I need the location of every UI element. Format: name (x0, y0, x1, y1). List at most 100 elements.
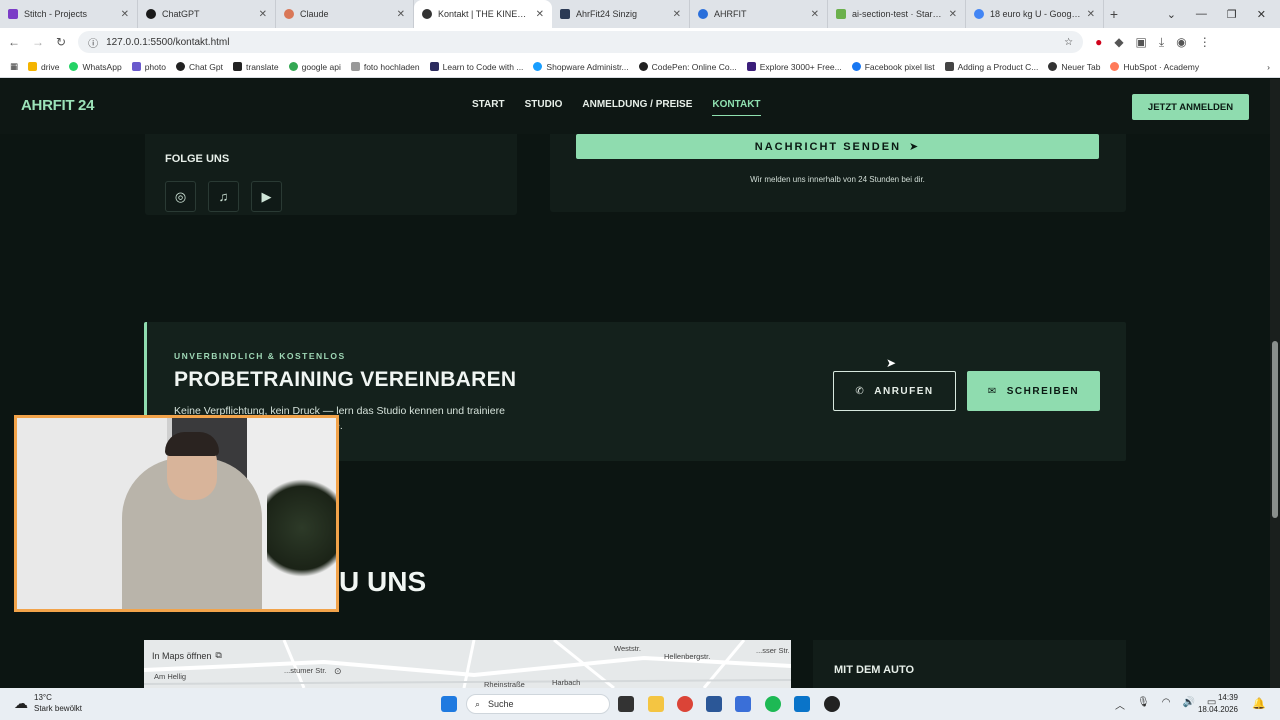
bookmark-drive[interactable]: drive (28, 62, 59, 72)
site-info-icon[interactable]: ⓘ (88, 35, 98, 50)
map-embed[interactable]: In Maps öffnen ⧉ Am Hellig ...stumer Str.… (144, 640, 791, 688)
bookmark-explore[interactable]: Explore 3000+ Free... (746, 62, 842, 72)
minimize-icon[interactable]: — (1196, 8, 1207, 20)
bookmark-new-tab[interactable]: Neuer Tab (1048, 62, 1100, 72)
apps-grid-icon[interactable]: ▦ (10, 61, 18, 72)
tab-ai-section[interactable]: ai-section-test · Startseite ✕ (828, 0, 966, 28)
bookmark-codepen[interactable]: CodePen: Online Co... (638, 62, 737, 72)
cloud-icon: ☁ (14, 694, 28, 711)
nav-contact[interactable]: KONTAKT (712, 99, 761, 116)
close-window-icon[interactable]: ✕ (1257, 8, 1266, 21)
tab-google[interactable]: 18 euro kg U - Google S ✕ (966, 0, 1104, 28)
bookmark-translate[interactable]: translate (233, 62, 279, 72)
photo-icon (131, 62, 141, 71)
instagram-icon[interactable]: ◎ (165, 181, 196, 212)
shopify-favicon-icon (836, 9, 846, 19)
tiktok-icon[interactable]: ♫ (208, 181, 239, 212)
codepen-icon (638, 62, 648, 71)
weather-widget[interactable]: ☁ 13°C Stark bewölkt (14, 692, 82, 714)
close-icon[interactable]: ✕ (536, 9, 544, 20)
nav-studio[interactable]: STUDIO (525, 99, 563, 116)
bookmark-label: Facebook pixel list (864, 61, 935, 72)
tab-ahrfit[interactable]: AHRFIT ✕ (690, 0, 828, 28)
tray-overflow-icon[interactable]: ︿ (1115, 697, 1125, 712)
spotify-icon[interactable] (765, 696, 781, 712)
site-logo[interactable]: AHRFIT 24 (21, 97, 94, 114)
nav-start[interactable]: START (472, 99, 505, 116)
volume-icon[interactable]: 🔊 (1182, 697, 1194, 712)
back-icon[interactable]: ← (8, 35, 20, 49)
close-icon[interactable]: ✕ (673, 9, 681, 20)
tab-chatgpt[interactable]: ChatGPT ✕ (138, 0, 276, 28)
mouse-cursor-icon: ➤ (886, 356, 897, 370)
close-icon[interactable]: ✕ (121, 9, 129, 20)
bookmark-label: HubSpot · Academy (1123, 61, 1200, 72)
vscode-icon[interactable] (794, 696, 810, 712)
github-icon[interactable] (824, 696, 840, 712)
bookmark-learn-code[interactable]: Learn to Code with ... (429, 62, 523, 72)
avatar[interactable]: ◉ (1176, 35, 1186, 49)
scrollbar-thumb[interactable] (1272, 341, 1278, 518)
bookmarks-overflow-icon[interactable]: › (1267, 62, 1270, 72)
bookmark-shopware[interactable]: Shopware Administr... (533, 62, 629, 72)
close-icon[interactable]: ✕ (1087, 9, 1095, 20)
menu-kebab-icon[interactable]: ⋮ (1199, 35, 1211, 49)
bookmark-google-api[interactable]: google api (288, 62, 341, 72)
send-message-button[interactable]: NACHRICHT SENDEN ➤ (576, 134, 1099, 159)
signup-button[interactable]: JETZT ANMELDEN (1132, 94, 1249, 120)
bookmark-label: Adding a Product C... (957, 61, 1039, 72)
tab-stitch[interactable]: Stitch - Projects ✕ (0, 0, 138, 28)
bookmark-photo[interactable]: photo (131, 62, 166, 72)
store-icon[interactable] (706, 696, 722, 712)
send-label: NACHRICHT SENDEN (754, 140, 902, 153)
open-in-maps-link[interactable]: In Maps öffnen ⧉ (152, 650, 222, 661)
close-icon[interactable]: ✕ (397, 9, 405, 20)
map-pin-icon: ⊙ (334, 666, 342, 676)
close-icon[interactable]: ✕ (949, 9, 957, 20)
mic-icon[interactable]: 🎙 (1137, 697, 1150, 712)
chrome-icon[interactable] (677, 696, 693, 712)
download-icon[interactable]: ⤓ (1159, 35, 1164, 50)
bookmark-star-icon[interactable]: ☆ (1064, 37, 1073, 48)
bookmark-label: Neuer Tab (1061, 61, 1101, 72)
call-button[interactable]: ✆ ANRUFEN (833, 371, 956, 411)
bookmark-label: Chat Gpt (188, 61, 223, 72)
app-icon[interactable] (735, 696, 751, 712)
site-favicon-icon (560, 9, 570, 19)
tab-search-icon[interactable]: ⌄ (1167, 8, 1176, 21)
bookmark-product[interactable]: Adding a Product C... (944, 61, 1039, 72)
extension-icon[interactable]: ◆ (1114, 35, 1123, 49)
maximize-icon[interactable]: ❐ (1227, 8, 1237, 21)
bookmark-foto[interactable]: foto hochladen (350, 62, 420, 72)
globe-icon (422, 9, 432, 19)
opera-extension-icon[interactable]: ● (1095, 35, 1102, 49)
taskbar-clock[interactable]: 14:39 18.04.2026 (1198, 692, 1238, 716)
tab-claude[interactable]: Claude ✕ (276, 0, 414, 28)
page-scrollbar[interactable] (1270, 79, 1280, 688)
url-bar[interactable]: ⓘ 127.0.0.1:5500/kontakt.html ☆ (78, 31, 1084, 53)
write-button[interactable]: ✉ SCHREIBEN (967, 371, 1100, 411)
bookmark-whatsapp[interactable]: WhatsApp (69, 62, 122, 72)
bookmark-facebook[interactable]: Facebook pixel list (851, 61, 935, 72)
notification-bell-icon[interactable]: 🔔 (1252, 697, 1266, 710)
youtube-icon[interactable]: ▶ (251, 181, 282, 212)
close-icon[interactable]: ✕ (811, 9, 819, 20)
file-explorer-icon[interactable] (648, 696, 664, 712)
task-view-icon[interactable] (618, 696, 634, 712)
taskbar-search[interactable]: ⌕ Suche (466, 694, 610, 714)
tab-ahrfit-sinzig[interactable]: AhrFit24 Sinzig ✕ (552, 0, 690, 28)
phone-icon: ✆ (855, 385, 866, 397)
puzzle-extensions-icon[interactable]: ▣ (1136, 35, 1147, 49)
close-icon[interactable]: ✕ (259, 9, 267, 20)
search-label: Suche (488, 699, 514, 709)
wifi-icon[interactable]: ◠ (1162, 697, 1171, 712)
bookmark-hubspot[interactable]: HubSpot · Academy (1110, 62, 1199, 72)
new-tab-button[interactable]: + (1104, 0, 1124, 28)
windows-start-icon[interactable] (441, 696, 457, 712)
reload-icon[interactable]: ↻ (56, 35, 66, 49)
forward-icon[interactable]: → (32, 35, 44, 49)
bookmark-chatgpt[interactable]: Chat Gpt (175, 61, 223, 72)
car-title: MIT DEM AUTO (834, 664, 915, 676)
tab-kontakt[interactable]: Kontakt | THE KINETIC CO ✕ (414, 0, 552, 28)
nav-pricing[interactable]: ANMELDUNG / PREISE (582, 99, 692, 116)
